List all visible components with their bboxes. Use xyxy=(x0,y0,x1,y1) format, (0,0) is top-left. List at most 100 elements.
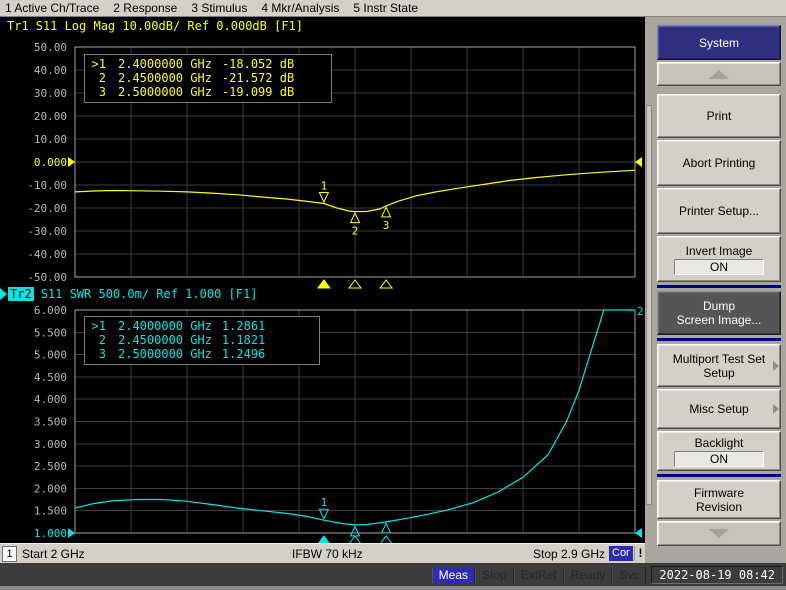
y-tick-label: 4.500 xyxy=(34,371,67,384)
marker-3: 3 xyxy=(380,207,392,288)
softkey-scroll-down-button[interactable] xyxy=(657,521,781,546)
y-tick-label: 30.00 xyxy=(34,87,67,100)
softkey-printer-setup-button[interactable]: Printer Setup... xyxy=(657,188,781,234)
status-stop: Stop xyxy=(475,567,514,583)
y-tick-label: 3.000 xyxy=(34,438,67,451)
y-tick-label: 2.500 xyxy=(34,460,67,473)
marker-value: -18.052 dB xyxy=(222,57,294,71)
softkey-scrollbar[interactable] xyxy=(646,105,652,505)
menu-mkr-analysis[interactable]: 4 Mkr/Analysis xyxy=(261,1,339,15)
softkey-label: Print xyxy=(707,109,732,123)
marker-2-axis-indicator-icon xyxy=(349,280,361,288)
marker-value: -19.099 dB xyxy=(222,85,294,99)
marker-id: 2 xyxy=(89,333,106,347)
softkey-label: Misc Setup xyxy=(689,402,748,416)
marker-row: 2 2.4500000 GHz -21.572 dB xyxy=(89,71,325,85)
marker-value: -21.572 dB xyxy=(222,71,294,85)
ifbw-readout: IFBW 70 kHz xyxy=(292,547,363,561)
correction-badge: Cor xyxy=(609,546,633,561)
marker-row: 2 2.4500000 GHz 1.1821 xyxy=(89,333,313,347)
y-tick-label: 3.500 xyxy=(34,416,67,429)
marker-id: 3 xyxy=(89,85,106,99)
channel-number: 1 xyxy=(2,546,17,562)
trace2-header-text: S11 SWR 500.0m/ Ref 1.000 [F1] xyxy=(41,287,258,301)
trace1-header-text: S11 Log Mag 10.00dB/ Ref 0.000dB [F1] xyxy=(36,19,303,33)
status-ready: Ready xyxy=(564,567,613,583)
softkey-multiport-test-set-setup-button[interactable]: Multiport Test Set Setup xyxy=(657,344,781,387)
softkey-sidebar: System Print Abort Printing Printer Setu… xyxy=(645,17,786,563)
softkey-menu-title: System xyxy=(657,25,781,60)
softkey-scroll-up-button[interactable] xyxy=(657,62,781,86)
softkey-label: Printer Setup... xyxy=(679,204,759,218)
trace1-marker-table: >1 2.4000000 GHz -18.052 dB 2 2.4500000 … xyxy=(84,54,332,103)
instrument-screen: 1 Active Ch/Trace 2 Response 3 Stimulus … xyxy=(0,0,786,590)
menu-stimulus[interactable]: 3 Stimulus xyxy=(191,1,247,15)
y-tick-label: 50.00 xyxy=(34,41,67,54)
marker-id: 2 xyxy=(89,71,106,85)
marker-3-axis-indicator-icon xyxy=(380,280,392,288)
marker-number: 1 xyxy=(321,496,328,509)
softkey-print-button[interactable]: Print xyxy=(657,94,781,138)
y-tick-label: -10.00 xyxy=(27,179,67,192)
softkey-group-separator xyxy=(657,474,781,477)
status-svc: Svc xyxy=(612,567,646,583)
softkey-label: Backlight xyxy=(695,436,744,450)
marker-freq: 2.5000000 GHz xyxy=(118,347,212,361)
status-meas: Meas xyxy=(432,567,475,583)
marker-freq: 2.4500000 GHz xyxy=(118,333,212,347)
marker-glyph-icon xyxy=(382,523,391,533)
marker-value: 1.1821 xyxy=(222,333,265,347)
softkey-misc-setup-button[interactable]: Misc Setup xyxy=(657,389,781,429)
y-tick-label: 40.00 xyxy=(34,64,67,77)
marker-id: >1 xyxy=(89,57,106,71)
channel-status-bar: 1 Start 2 GHz IFBW 70 kHz Stop 2.9 GHz C… xyxy=(0,543,648,564)
y-tick-label: 6.000 xyxy=(34,304,67,317)
y-tick-label: -50.00 xyxy=(27,271,67,284)
stop-frequency: Stop 2.9 GHz xyxy=(533,547,605,561)
marker-value: 1.2861 xyxy=(222,319,265,333)
y-tick-label: 5.000 xyxy=(34,349,67,362)
menu-instr-state[interactable]: 5 Instr State xyxy=(353,1,418,15)
marker-freq: 2.5000000 GHz xyxy=(118,85,212,99)
trace2-name[interactable]: Tr2 xyxy=(8,287,34,301)
y-tick-label: 0.000 xyxy=(34,156,67,169)
softkey-backlight-button[interactable]: Backlight ON xyxy=(657,431,781,471)
y-tick-label: -30.00 xyxy=(27,225,67,238)
marker-freq: 2.4500000 GHz xyxy=(118,71,212,85)
instrument-status-bar: Meas Stop ExtRef Ready Svc 2022-08-19 08… xyxy=(0,563,786,586)
softkey-label: Multiport Test Set Setup xyxy=(673,352,765,380)
softkey-group-separator xyxy=(657,285,781,288)
status-extref: ExtRef xyxy=(514,567,564,583)
menu-active-ch-trace[interactable]: 1 Active Ch/Trace xyxy=(5,1,99,15)
submenu-arrow-icon xyxy=(773,361,779,371)
ref-level-arrow-right-icon xyxy=(635,528,642,538)
marker-freq: 2.4000000 GHz xyxy=(118,57,212,71)
marker-freq: 2.4000000 GHz xyxy=(118,319,212,333)
marker-id: 3 xyxy=(89,347,106,361)
softkey-dump-screen-image-button[interactable]: Dump Screen Image... xyxy=(657,291,781,335)
softkey-label: Firmware Revision xyxy=(694,486,744,514)
invert-image-on-toggle[interactable]: ON xyxy=(674,259,764,275)
softkey-abort-printing-button[interactable]: Abort Printing xyxy=(657,140,781,186)
trace2-header: Tr2 S11 SWR 500.0m/ Ref 1.000 [F1] xyxy=(0,287,257,301)
softkey-firmware-revision-button[interactable]: Firmware Revision xyxy=(657,480,781,519)
ref-level-arrow-right-icon xyxy=(635,157,642,167)
trace1-name[interactable]: Tr1 xyxy=(7,19,29,33)
menu-bar: 1 Active Ch/Trace 2 Response 3 Stimulus … xyxy=(0,0,786,17)
softkey-label: Invert Image xyxy=(686,244,753,258)
marker-id: >1 xyxy=(89,319,106,333)
screen-bottom-edge xyxy=(0,586,786,590)
marker-number: 1 xyxy=(321,180,328,193)
active-trace-arrow-icon xyxy=(0,288,7,300)
up-arrow-icon xyxy=(709,70,729,79)
ref-level-arrow-left-icon xyxy=(68,157,75,167)
softkey-invert-image-button[interactable]: Invert Image ON xyxy=(657,236,781,282)
marker-1-axis-indicator-icon xyxy=(318,280,330,288)
y-tick-label: 1.000 xyxy=(34,527,67,540)
status-datetime: 2022-08-19 08:42 xyxy=(651,566,783,584)
marker-number: 3 xyxy=(383,219,390,232)
softkey-label: Dump Screen Image... xyxy=(677,299,762,327)
backlight-on-toggle[interactable]: ON xyxy=(674,451,764,467)
submenu-arrow-icon xyxy=(773,404,779,414)
menu-response[interactable]: 2 Response xyxy=(113,1,177,15)
